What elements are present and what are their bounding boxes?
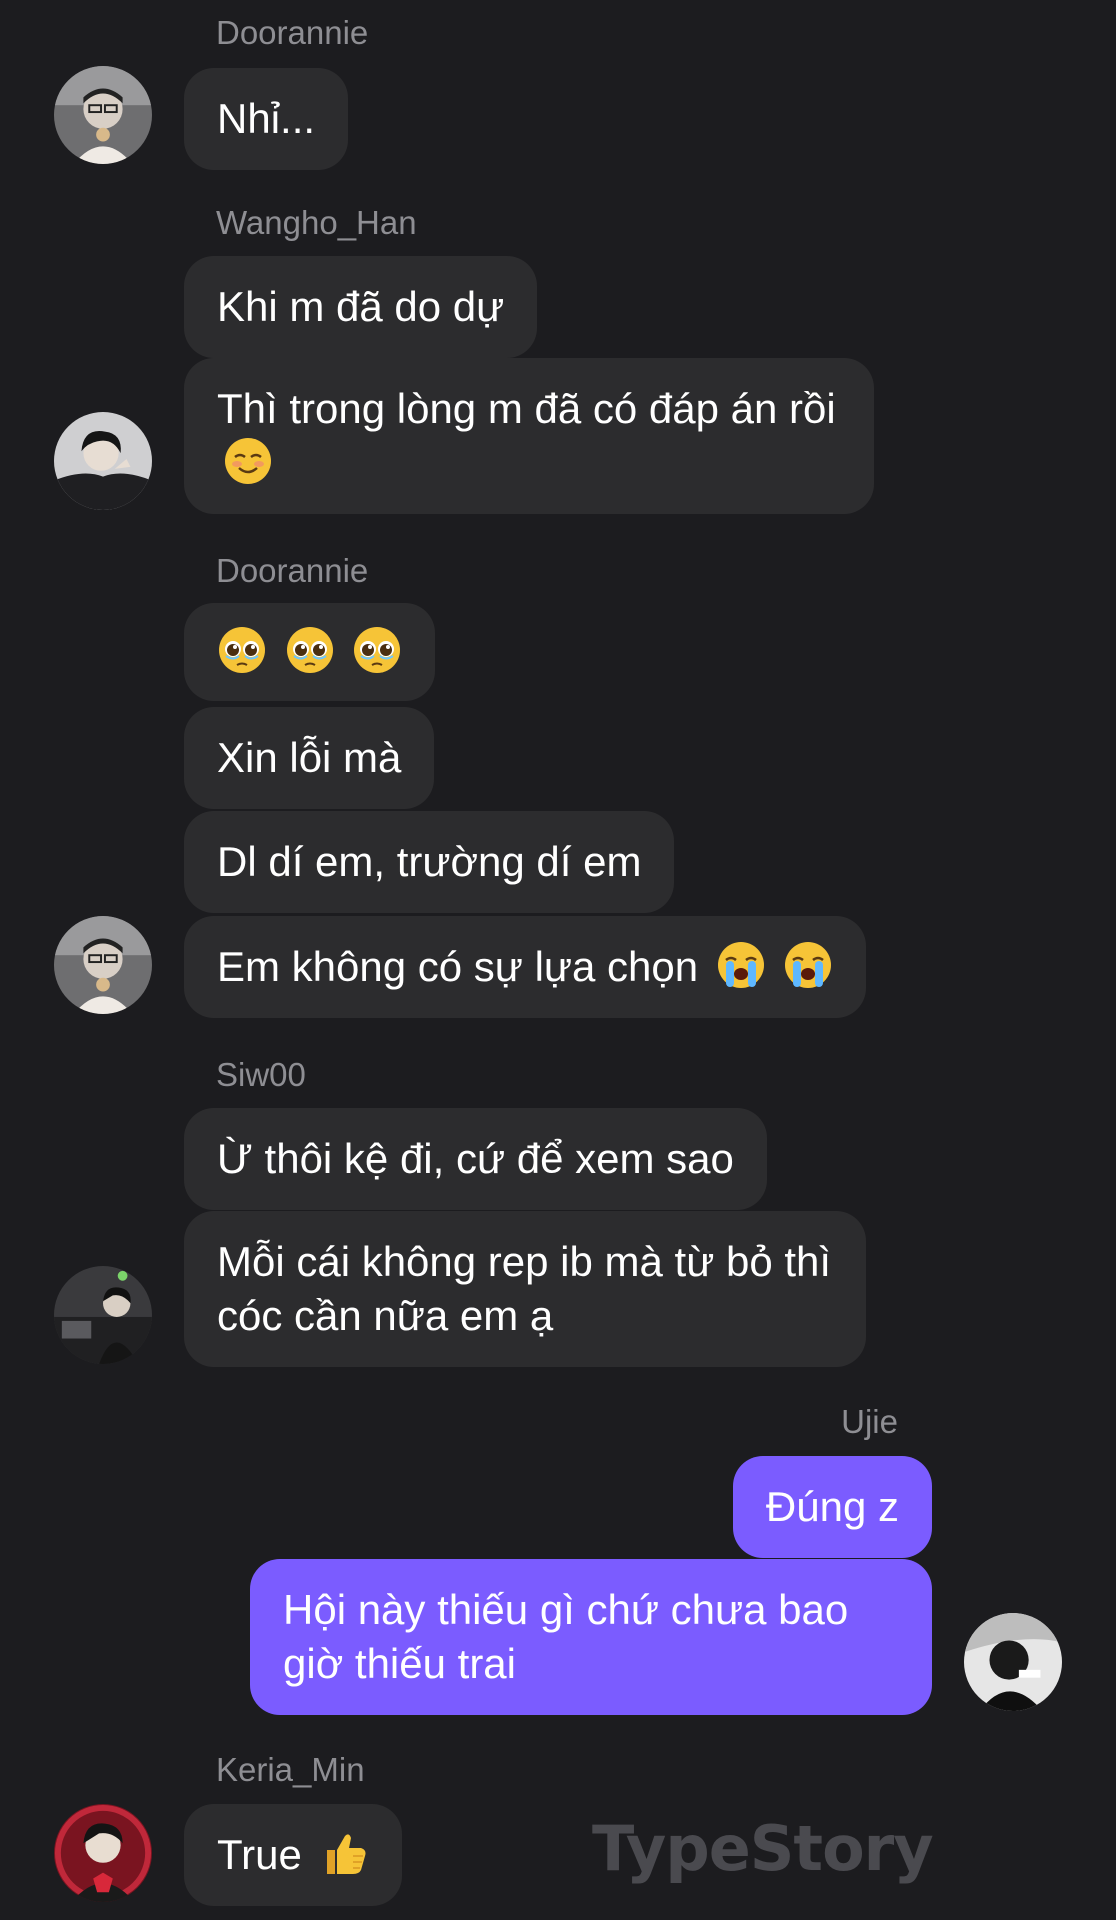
avatar-doorannie[interactable]	[54, 916, 152, 1014]
message-text: Nhỉ...	[217, 95, 316, 142]
smiling-face-icon	[223, 436, 273, 486]
avatar-image	[54, 1804, 152, 1902]
avatar-image	[964, 1613, 1062, 1711]
message-text: True	[217, 1831, 302, 1878]
avatar-keria-min[interactable]	[54, 1804, 152, 1902]
message-bubble-outgoing[interactable]: Hội này thiếu gì chứ chưa bao giờ thiếu …	[250, 1559, 932, 1715]
avatar-image	[54, 916, 152, 1014]
loudly-crying-face-icon	[716, 940, 766, 990]
message-bubble[interactable]: Em không có sự lựa chọn	[184, 916, 867, 1018]
avatar-ujie[interactable]	[964, 1613, 1062, 1711]
loudly-crying-face-icon	[783, 940, 833, 990]
message-text: Đúng z	[765, 1483, 899, 1530]
avatar-doorannie[interactable]	[54, 66, 152, 164]
message-text: Ừ thôi kệ đi, cứ để xem sao	[217, 1135, 734, 1182]
message-text: Em không có sự lựa chọn	[217, 943, 699, 990]
message-bubble[interactable]: Mỗi cái không rep ib mà từ bỏ thì cóc cầ…	[184, 1211, 866, 1367]
message-bubble[interactable]: Xin lỗi mà	[184, 707, 435, 809]
message-text: Hội này thiếu gì chứ chưa bao giờ thiếu …	[283, 1586, 849, 1687]
message-bubble[interactable]: Ừ thôi kệ đi, cứ để xem sao	[184, 1108, 767, 1210]
avatar-image	[54, 1266, 152, 1364]
sender-name-doorannie: Doorannie	[216, 14, 369, 51]
message-bubble[interactable]: Nhỉ...	[184, 68, 349, 170]
sender-name-wangho-han: Wangho_Han	[216, 204, 417, 241]
message-bubble[interactable]	[184, 603, 436, 701]
avatar-image	[54, 66, 152, 164]
chat-screen: Doorannie Nhỉ... Wangho_Han Khi m đã do …	[0, 0, 1116, 1920]
thumbs-up-icon	[319, 1828, 369, 1878]
sender-name-keria-min: Keria_Min	[216, 1751, 365, 1788]
avatar-wangho-han[interactable]	[54, 412, 152, 510]
sender-name-siw00: Siw00	[216, 1056, 306, 1093]
message-bubble[interactable]: True	[184, 1804, 403, 1906]
message-bubble[interactable]: Dl dí em, trường dí em	[184, 811, 675, 913]
avatar-image	[54, 412, 152, 510]
message-text: Xin lỗi mà	[217, 734, 402, 781]
message-bubble[interactable]: Thì trong lòng m đã có đáp án rồi	[184, 358, 874, 514]
pleading-face-icon	[285, 625, 335, 675]
typestory-watermark: TypeStory	[592, 1812, 934, 1885]
message-text: Dl dí em, trường dí em	[217, 838, 642, 885]
message-bubble-outgoing[interactable]: Đúng z	[732, 1456, 932, 1558]
message-text: Khi m đã do dự	[217, 283, 505, 330]
message-bubble[interactable]: Khi m đã do dự	[184, 256, 538, 358]
message-text: Mỗi cái không rep ib mà từ bỏ thì cóc cầ…	[217, 1238, 832, 1339]
sender-name-ujie: Ujie	[841, 1403, 898, 1440]
avatar-siw00[interactable]	[54, 1266, 152, 1364]
pleading-face-icon	[217, 625, 267, 675]
message-text: Thì trong lòng m đã có đáp án rồi	[217, 385, 836, 432]
pleading-face-icon	[352, 625, 402, 675]
sender-name-doorannie: Doorannie	[216, 552, 369, 589]
